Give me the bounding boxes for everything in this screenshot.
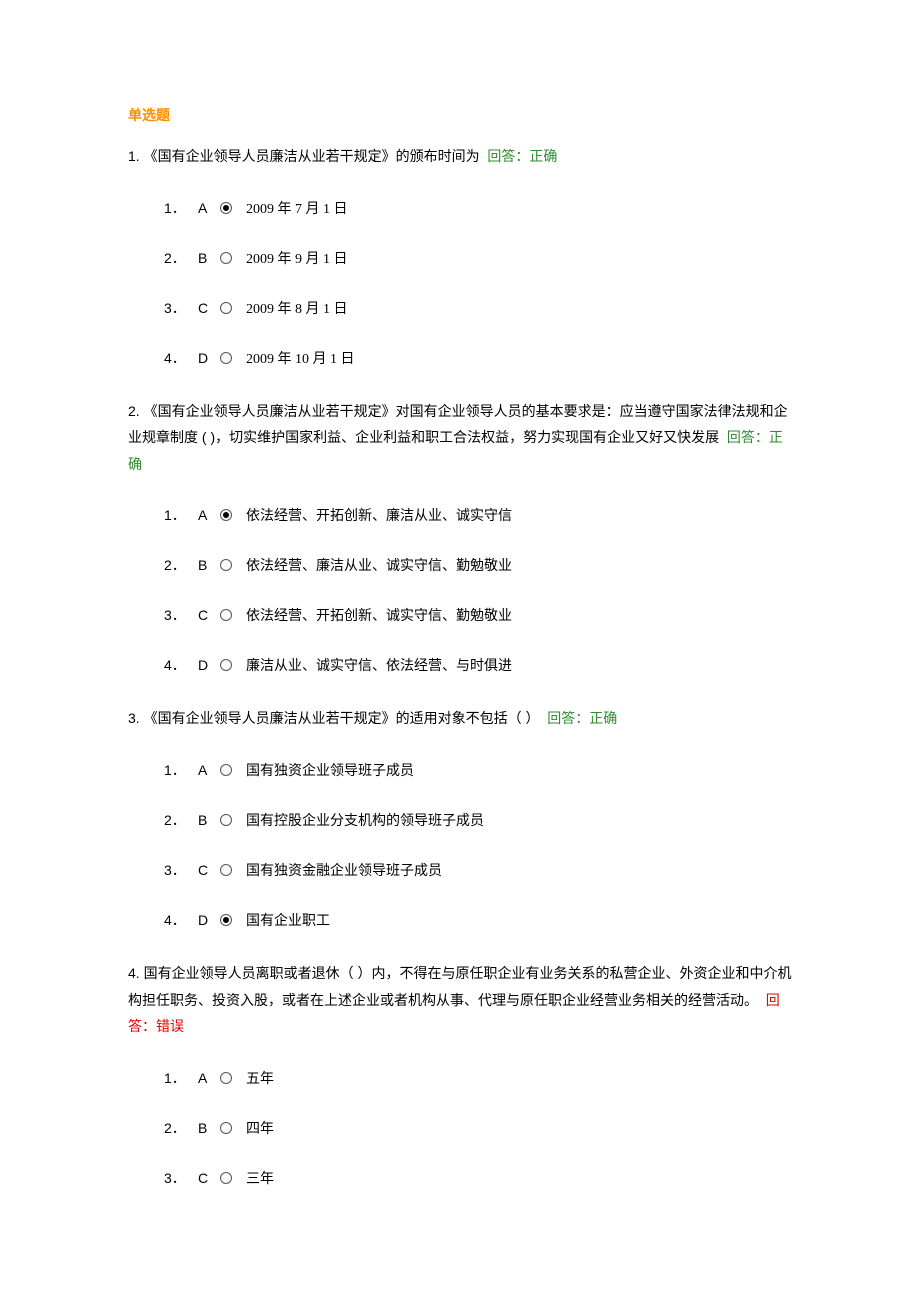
opt-letter: A (198, 762, 220, 778)
opt-num: 4． (164, 910, 198, 930)
opt-text: 2009 年 7 月 1 日 (246, 198, 348, 218)
opt-text: 三年 (246, 1168, 274, 1188)
option-row: 2． B 国有控股企业分支机构的领导班子成员 (164, 810, 792, 830)
options-list: 1． A 五年 2． B 四年 3． C 三年 (128, 1068, 792, 1188)
opt-text: 廉洁从业、诚实守信、依法经营、与时俱进 (246, 655, 512, 675)
radio-icon[interactable] (220, 559, 232, 571)
option-row: 2． B 四年 (164, 1118, 792, 1138)
opt-letter: B (198, 250, 220, 266)
opt-num: 3． (164, 1168, 198, 1188)
question-2: 2. 《国有企业领导人员廉洁从业若干规定》对国有企业领导人员的基本要求是：应当遵… (128, 398, 792, 676)
question-4: 4. 国有企业领导人员离职或者退休（ ）内，不得在与原任职企业有业务关系的私营企… (128, 960, 792, 1188)
opt-text: 国有企业职工 (246, 910, 330, 930)
option-row: 4． D 2009 年 10 月 1 日 (164, 348, 792, 368)
option-row: 3． C 2009 年 8 月 1 日 (164, 298, 792, 318)
opt-letter: D (198, 350, 220, 366)
radio-icon[interactable] (220, 252, 232, 264)
option-row: 3． C 三年 (164, 1168, 792, 1188)
option-row: 3． C 国有独资金融企业领导班子成员 (164, 860, 792, 880)
opt-text: 2009 年 8 月 1 日 (246, 298, 348, 318)
option-row: 1． A 五年 (164, 1068, 792, 1088)
opt-letter: C (198, 862, 220, 878)
radio-icon[interactable] (220, 352, 232, 364)
radio-icon[interactable] (220, 764, 232, 776)
radio-icon[interactable] (220, 814, 232, 826)
option-row: 4． D 廉洁从业、诚实守信、依法经营、与时俱进 (164, 655, 792, 675)
question-3: 3. 《国有企业领导人员廉洁从业若干规定》的适用对象不包括（ ） 回答：正确 1… (128, 705, 792, 930)
option-row: 1． A 国有独资企业领导班子成员 (164, 760, 792, 780)
radio-icon[interactable] (220, 864, 232, 876)
radio-icon[interactable] (220, 914, 232, 926)
opt-letter: C (198, 1170, 220, 1186)
radio-icon[interactable] (220, 1122, 232, 1134)
opt-num: 4． (164, 655, 198, 675)
opt-letter: C (198, 607, 220, 623)
opt-text: 依法经营、开拓创新、廉洁从业、诚实守信 (246, 505, 512, 525)
q-num: 1. (128, 148, 140, 164)
opt-num: 2． (164, 1118, 198, 1138)
q-num: 2. (128, 403, 140, 419)
opt-num: 3． (164, 298, 198, 318)
question-1: 1. 《国有企业领导人员廉洁从业若干规定》的颁布时间为 回答：正确 1． A 2… (128, 143, 792, 368)
opt-num: 1． (164, 1068, 198, 1088)
opt-num: 1． (164, 505, 198, 525)
option-row: 4． D 国有企业职工 (164, 910, 792, 930)
opt-letter: B (198, 557, 220, 573)
opt-letter: A (198, 1070, 220, 1086)
question-2-text: 2. 《国有企业领导人员廉洁从业若干规定》对国有企业领导人员的基本要求是：应当遵… (128, 398, 792, 478)
opt-num: 1． (164, 760, 198, 780)
opt-text: 依法经营、开拓创新、诚实守信、勤勉敬业 (246, 605, 512, 625)
option-row: 2． B 依法经营、廉洁从业、诚实守信、勤勉敬业 (164, 555, 792, 575)
q-body: 《国有企业领导人员廉洁从业若干规定》对国有企业领导人员的基本要求是：应当遵守国家… (128, 403, 788, 446)
radio-icon[interactable] (220, 202, 232, 214)
question-4-text: 4. 国有企业领导人员离职或者退休（ ）内，不得在与原任职企业有业务关系的私营企… (128, 960, 792, 1040)
opt-letter: A (198, 507, 220, 523)
options-list: 1． A 国有独资企业领导班子成员 2． B 国有控股企业分支机构的领导班子成员… (128, 760, 792, 930)
options-list: 1． A 依法经营、开拓创新、廉洁从业、诚实守信 2． B 依法经营、廉洁从业、… (128, 505, 792, 675)
opt-letter: D (198, 657, 220, 673)
opt-num: 2． (164, 810, 198, 830)
radio-icon[interactable] (220, 1072, 232, 1084)
q-num: 3. (128, 710, 140, 726)
opt-text: 国有独资金融企业领导班子成员 (246, 860, 442, 880)
opt-text: 五年 (246, 1068, 274, 1088)
opt-text: 四年 (246, 1118, 274, 1138)
section-title: 单选题 (128, 105, 792, 125)
radio-icon[interactable] (220, 1172, 232, 1184)
option-row: 3． C 依法经营、开拓创新、诚实守信、勤勉敬业 (164, 605, 792, 625)
options-list: 1． A 2009 年 7 月 1 日 2． B 2009 年 9 月 1 日 … (128, 198, 792, 368)
q-body: 《国有企业领导人员廉洁从业若干规定》的颁布时间为 (144, 148, 480, 164)
opt-text: 国有控股企业分支机构的领导班子成员 (246, 810, 484, 830)
radio-icon[interactable] (220, 509, 232, 521)
opt-letter: B (198, 812, 220, 828)
q-body: 《国有企业领导人员廉洁从业若干规定》的适用对象不包括（ ） (144, 710, 540, 726)
opt-num: 3． (164, 605, 198, 625)
q-body: 国有企业领导人员离职或者退休（ ）内，不得在与原任职企业有业务关系的私营企业、外… (128, 965, 791, 1008)
radio-icon[interactable] (220, 609, 232, 621)
question-1-text: 1. 《国有企业领导人员廉洁从业若干规定》的颁布时间为 回答：正确 (128, 143, 792, 170)
radio-icon[interactable] (220, 659, 232, 671)
opt-text: 2009 年 9 月 1 日 (246, 248, 348, 268)
answer-feedback: 回答：正确 (547, 710, 617, 726)
answer-feedback: 回答：正确 (487, 148, 557, 164)
opt-text: 依法经营、廉洁从业、诚实守信、勤勉敬业 (246, 555, 512, 575)
opt-text: 2009 年 10 月 1 日 (246, 348, 355, 368)
radio-icon[interactable] (220, 302, 232, 314)
option-row: 1． A 依法经营、开拓创新、廉洁从业、诚实守信 (164, 505, 792, 525)
opt-text: 国有独资企业领导班子成员 (246, 760, 414, 780)
opt-num: 2． (164, 248, 198, 268)
opt-num: 4． (164, 348, 198, 368)
q-num: 4. (128, 965, 140, 981)
question-3-text: 3. 《国有企业领导人员廉洁从业若干规定》的适用对象不包括（ ） 回答：正确 (128, 705, 792, 732)
opt-num: 1． (164, 198, 198, 218)
option-row: 1． A 2009 年 7 月 1 日 (164, 198, 792, 218)
opt-num: 2． (164, 555, 198, 575)
opt-num: 3． (164, 860, 198, 880)
option-row: 2． B 2009 年 9 月 1 日 (164, 248, 792, 268)
opt-letter: A (198, 200, 220, 216)
opt-letter: D (198, 912, 220, 928)
opt-letter: C (198, 300, 220, 316)
opt-letter: B (198, 1120, 220, 1136)
